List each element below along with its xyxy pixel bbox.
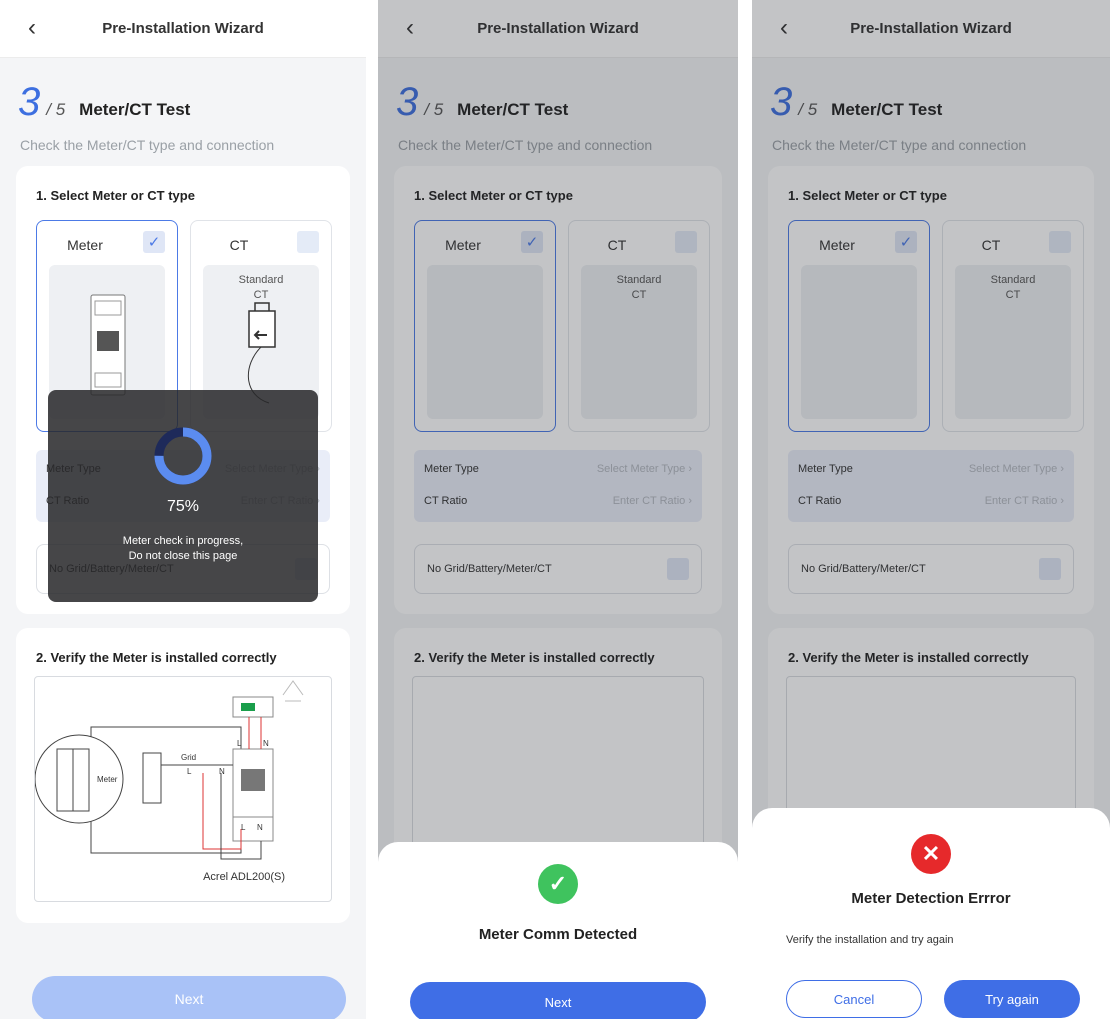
step-name: Meter/CT Test bbox=[79, 100, 191, 119]
section2-title: 2. Verify the Meter is installed correct… bbox=[36, 650, 277, 665]
check-icon[interactable]: ✓ bbox=[297, 231, 319, 253]
success-check-icon: ✓ bbox=[538, 864, 578, 904]
section1-title: 1. Select Meter or CT type bbox=[36, 188, 195, 203]
screen-success: ‹ Pre-Installation Wizard 3 / 5 Meter/CT… bbox=[378, 0, 738, 1019]
ct-caption-line1: Standard bbox=[238, 274, 284, 286]
ct-option-label: CT bbox=[229, 237, 249, 253]
error-body: Verify the installation and try again bbox=[786, 934, 954, 946]
meter-model: Acrel ADL200(S) bbox=[203, 871, 285, 883]
next-button-disabled[interactable]: Next bbox=[32, 976, 346, 1019]
success-sheet: ✓ Meter Comm Detected Next bbox=[378, 842, 738, 1019]
diagram-meter-text: Meter bbox=[97, 775, 118, 784]
progress-percent: 75% bbox=[166, 498, 200, 515]
back-icon[interactable]: ‹ bbox=[28, 14, 36, 42]
diagram-L-bottom: L bbox=[241, 823, 246, 832]
ct-caption-line2: CT bbox=[253, 289, 269, 301]
step-indicator: 3 / 5 Meter/CT Test bbox=[18, 80, 190, 125]
progress-overlay: 75% Meter check in progress, Do not clos… bbox=[48, 390, 318, 602]
success-title: Meter Comm Detected bbox=[478, 926, 638, 943]
wiring-diagram-icon bbox=[34, 680, 304, 860]
cancel-button[interactable]: Cancel bbox=[786, 980, 922, 1018]
wiring-diagram: Meter Grid L N L N L N Acrel ADL200(S) bbox=[34, 676, 332, 902]
diagram-N-text: N bbox=[219, 767, 225, 776]
progress-message: Meter check in progress, Do not close th… bbox=[48, 534, 318, 564]
screens-row: ‹ Pre-Installation Wizard 3 / 5 Meter/CT… bbox=[0, 0, 1110, 1019]
progress-line2: Do not close this page bbox=[128, 550, 238, 562]
meter-option-label: Meter bbox=[67, 237, 103, 253]
diagram-N-bottom: N bbox=[257, 823, 263, 832]
progress-ring-icon bbox=[154, 427, 212, 485]
step-total: / 5 bbox=[46, 100, 66, 119]
app-header: ‹ Pre-Installation Wizard bbox=[0, 0, 366, 58]
step-current: 3 bbox=[18, 80, 41, 124]
step-subtitle: Check the Meter/CT type and connection bbox=[20, 137, 275, 153]
diagram-L-top: L bbox=[237, 739, 242, 748]
next-button[interactable]: Next bbox=[410, 982, 706, 1019]
screen-error: ‹ Pre-Installation Wizard 3 / 5 Meter/CT… bbox=[752, 0, 1110, 1019]
try-again-button[interactable]: Try again bbox=[944, 980, 1080, 1018]
error-title: Meter Detection Errror bbox=[851, 890, 1011, 907]
error-x-icon: ✕ bbox=[911, 834, 951, 874]
header-title: Pre-Installation Wizard bbox=[102, 20, 264, 37]
diagram-grid-text: Grid bbox=[181, 753, 197, 762]
verify-card: 2. Verify the Meter is installed correct… bbox=[16, 628, 350, 923]
check-icon[interactable]: ✓ bbox=[143, 231, 165, 253]
screen-loading: ‹ Pre-Installation Wizard 3 / 5 Meter/CT… bbox=[0, 0, 366, 1019]
diagram-N-top: N bbox=[263, 739, 269, 748]
diagram-L-text: L bbox=[187, 767, 192, 776]
ct-caption: Standard CT bbox=[203, 273, 319, 303]
progress-line1: Meter check in progress, bbox=[122, 535, 244, 547]
error-sheet: ✕ Meter Detection Errror Verify the inst… bbox=[752, 808, 1110, 1019]
